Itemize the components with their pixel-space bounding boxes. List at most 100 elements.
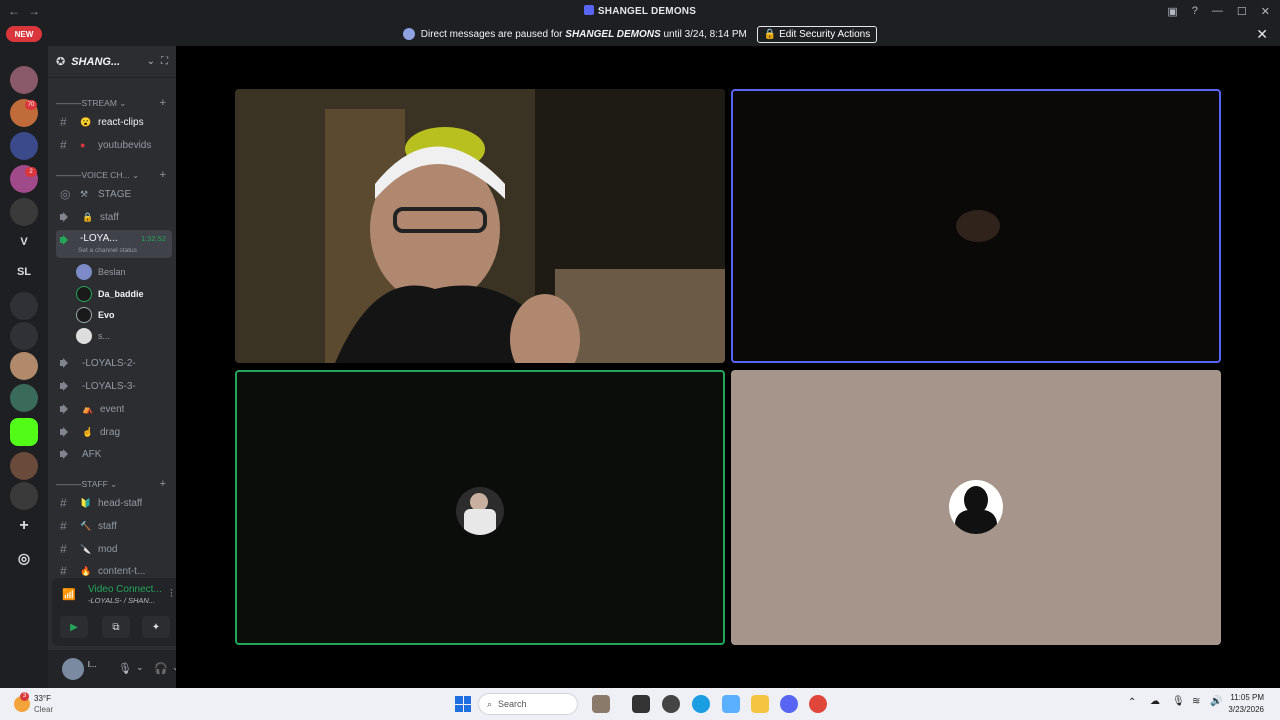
file-explorer-icon[interactable] [751, 695, 769, 713]
clock-date[interactable]: 3/23/2026 [1228, 705, 1264, 714]
video-tile-avatar[interactable] [731, 370, 1221, 645]
help-icon[interactable]: ? [1192, 5, 1198, 17]
camera-button[interactable]: ▶ [60, 616, 88, 638]
server-header[interactable]: ✪ SHANG... ⌄ ⛶ [48, 46, 176, 78]
category-staff[interactable]: ——— STAFF ⌄ + [56, 477, 168, 491]
server-icon-3[interactable] [10, 132, 38, 160]
channel-loyals-active[interactable]: -LOYA... 1:32:52 Set a channel status [56, 230, 172, 258]
channel-loyals-3[interactable]: -LOYALS-3- [56, 376, 172, 396]
server-icon-11[interactable] [10, 482, 38, 510]
new-badge[interactable]: NEW [6, 26, 42, 42]
add-member-icon[interactable]: ⛶ [161, 56, 168, 67]
avatar [76, 286, 92, 302]
video-tile-camera[interactable] [235, 89, 725, 363]
microphone-tray-icon[interactable]: 🎙 [1172, 696, 1185, 707]
chevron-up-icon[interactable]: ⌃ [1128, 697, 1136, 708]
dm-paused-banner: Direct messages are paused for SHANGEL D… [0, 22, 1280, 46]
channel-react-clips[interactable]: # 😮 react-clips [56, 112, 172, 132]
microphone-icon[interactable]: 🎙 [118, 662, 132, 675]
volume-icon[interactable]: 🔊 [1210, 696, 1222, 707]
signal-icon[interactable]: 📶 [62, 588, 76, 601]
voice-connected-title: Video Connect... [88, 584, 162, 595]
channel-head-staff[interactable]: # 🔰 head-staff [56, 493, 172, 513]
add-channel-icon[interactable]: + [160, 169, 166, 181]
inbox-icon[interactable]: ▣ [1167, 5, 1177, 18]
chrome-icon[interactable] [809, 695, 827, 713]
copilot-icon[interactable] [722, 695, 740, 713]
server-icon-10[interactable] [10, 452, 38, 480]
clock-time[interactable]: 11:05 PM [1230, 693, 1264, 702]
kick-server-icon[interactable] [10, 418, 38, 446]
red-dot-icon: ● [80, 140, 86, 150]
noise-suppression-icon[interactable]: ⫶ [170, 588, 173, 601]
channel-mod[interactable]: # 🔪 mod [56, 539, 172, 559]
add-channel-icon[interactable]: + [160, 97, 166, 109]
close-window-icon[interactable]: ✕ [1261, 5, 1270, 18]
channel-afk[interactable]: AFK [56, 444, 172, 464]
chevron-down-icon[interactable]: ⌄ [136, 662, 144, 673]
avatar[interactable] [62, 658, 84, 680]
speaker-icon [60, 358, 74, 368]
discover-icon[interactable]: ◎ [10, 544, 38, 572]
hash-icon: # [60, 496, 67, 510]
badge-icon: 🔰 [80, 497, 92, 508]
hash-icon: # [60, 519, 67, 533]
server-icon-6[interactable] [10, 292, 38, 320]
server-icon-1[interactable] [10, 66, 38, 94]
screen-share-button[interactable]: ⧉ [102, 616, 130, 638]
server-icon-sl[interactable]: SL [10, 258, 38, 286]
channel-loyals-2[interactable]: -LOYALS-2- [56, 353, 172, 373]
server-icon-8[interactable] [10, 352, 38, 380]
voice-user[interactable]: Evo [76, 306, 115, 324]
channel-staff-text[interactable]: # 🔨 staff [56, 516, 172, 536]
server-icon [583, 5, 594, 15]
category-voice[interactable]: ——— VOICE CH... ⌄ + [56, 168, 168, 182]
shield-icon [402, 28, 415, 40]
video-tile-dark[interactable] [731, 89, 1221, 363]
channel-drag[interactable]: ☝ drag [56, 422, 172, 442]
close-icon[interactable]: ✕ [1256, 26, 1268, 43]
taskbar-search[interactable]: ⌕ Search [478, 693, 578, 715]
network-icon[interactable]: ☁ [1150, 696, 1160, 707]
voice-channel-path[interactable]: -LOYALS- / SHAN... [88, 596, 155, 605]
voice-user[interactable]: Beslan▶ [76, 263, 183, 281]
app-icon[interactable] [662, 695, 680, 713]
channel-event[interactable]: ⛺ event [56, 399, 172, 419]
channel-status[interactable]: Set a channel status [78, 247, 137, 254]
voice-user[interactable]: s... [76, 327, 110, 345]
server-icon-9[interactable] [10, 384, 38, 412]
channel-stage[interactable]: ◎ ⚒ STAGE [56, 184, 172, 204]
wifi-icon[interactable]: ≋ [1192, 696, 1200, 707]
task-view-icon[interactable] [632, 695, 650, 713]
minimize-icon[interactable]: — [1212, 5, 1223, 17]
add-channel-icon[interactable]: + [160, 478, 166, 490]
add-server-icon[interactable]: + [10, 512, 38, 540]
hash-icon: # [60, 115, 67, 129]
discord-taskbar-icon[interactable] [780, 695, 798, 713]
edge-icon[interactable] [692, 695, 710, 713]
server-icon-5[interactable] [10, 198, 38, 226]
speaker-icon [60, 449, 74, 459]
server-rail: NEW V SL + ◎ 70 2 [0, 22, 48, 688]
headphones-icon[interactable]: 🎧 [154, 662, 168, 675]
avatar [76, 264, 92, 280]
widget-icon[interactable] [592, 695, 610, 713]
activities-button[interactable]: ✦ [142, 616, 170, 638]
dark-video-feed [956, 210, 1000, 242]
hand-icon: ☝ [82, 426, 94, 437]
server-icon-7[interactable] [10, 322, 38, 350]
chevron-down-icon[interactable]: ⌄ [147, 56, 155, 67]
channel-staff-voice[interactable]: 🔒 staff [56, 207, 172, 227]
windows-start-icon[interactable] [455, 696, 471, 712]
category-stream[interactable]: ——— STREAM ⌄ + [56, 96, 168, 110]
username: l... [88, 660, 97, 669]
voice-user[interactable]: Da_baddie [76, 285, 144, 303]
banner-text-before: Direct messages are paused for [420, 28, 563, 40]
channel-youtubevids[interactable]: # ● youtubevids [56, 135, 172, 155]
video-tile-speaking[interactable] [235, 370, 725, 645]
maximize-icon[interactable]: ☐ [1237, 5, 1247, 18]
server-icon-v[interactable]: V [10, 228, 38, 256]
hash-icon: # [60, 564, 67, 578]
edit-security-actions-button[interactable]: 🔒 Edit Security Actions [756, 25, 878, 43]
hash-icon: # [60, 138, 67, 152]
